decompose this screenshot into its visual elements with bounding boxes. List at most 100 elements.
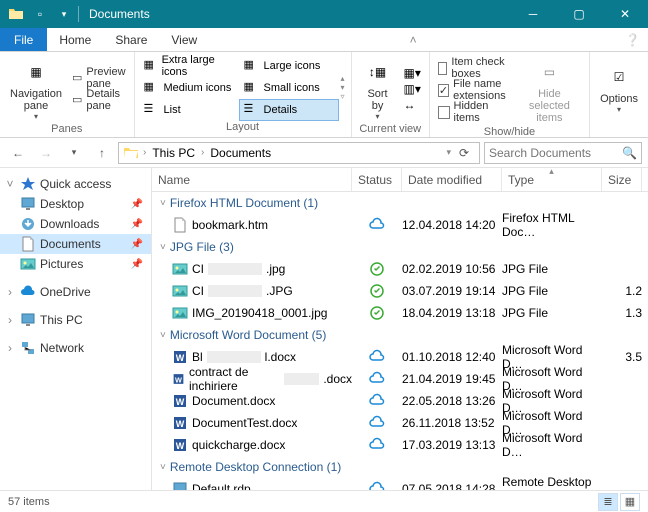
hide-selected-button[interactable]: ▭ Hide selected items xyxy=(514,54,585,126)
view-large-icons[interactable]: ▦Large icons xyxy=(239,55,339,77)
file-type: JPG File xyxy=(502,262,602,276)
file-type: Firefox HTML Doc… xyxy=(502,211,602,239)
column-name[interactable]: Name xyxy=(152,168,352,191)
tab-share[interactable]: Share xyxy=(103,28,159,51)
qat-chevron-down-icon[interactable]: ▾ xyxy=(54,4,74,24)
forward-button[interactable]: → xyxy=(34,141,58,165)
sidebar-item-onedrive[interactable]: ›OneDrive xyxy=(0,282,151,302)
view-small-icons[interactable]: ▦Small icons xyxy=(239,77,339,99)
view-extra-large-icons[interactable]: ▦Extra large icons xyxy=(139,55,239,77)
checkbox-item-checkboxes[interactable]: Item check boxes xyxy=(434,57,514,79)
group-header[interactable]: ˅JPG File (3) xyxy=(152,236,648,258)
view-medium-icons[interactable]: ▦Medium icons xyxy=(139,77,239,99)
close-button[interactable]: ✕ xyxy=(602,0,648,28)
breadcrumb-thispc[interactable]: This PC xyxy=(150,146,197,160)
back-button[interactable]: ← xyxy=(6,141,30,165)
file-date: 22.05.2018 13:26 xyxy=(402,394,502,408)
up-button[interactable]: ↑ xyxy=(90,141,114,165)
sidebar-item-downloads[interactable]: Downloads📌 xyxy=(0,214,151,234)
file-type: JPG File xyxy=(502,284,602,298)
qat-properties-icon[interactable]: ▫ xyxy=(30,4,50,24)
file-name: quickcharge.docx xyxy=(152,437,352,453)
breadcrumb-documents[interactable]: Documents xyxy=(208,146,273,160)
refresh-button[interactable]: ⟳ xyxy=(453,146,475,160)
titlebar: ▫ ▾ Documents ─ ▢ ✕ xyxy=(0,0,648,28)
tab-home[interactable]: Home xyxy=(47,28,103,51)
maximize-button[interactable]: ▢ xyxy=(556,0,602,28)
file-date: 07.05.2018 14:28 xyxy=(402,482,502,490)
table-row[interactable]: bookmark.htm 12.04.2018 14:20Firefox HTML… xyxy=(152,214,648,236)
sidebar-item-documents[interactable]: Documents📌 xyxy=(0,234,151,254)
help-icon[interactable]: ❔ xyxy=(617,28,648,51)
details-pane-button[interactable]: ▭Details pane xyxy=(68,89,130,111)
sync-icon xyxy=(369,283,385,299)
file-icon xyxy=(172,349,188,365)
sidebar-item-pictures[interactable]: Pictures📌 xyxy=(0,254,151,274)
options-button[interactable]: ☑ Options ▾ xyxy=(594,54,644,121)
sidebar-item-desktop[interactable]: Desktop📌 xyxy=(0,194,151,214)
view-mode-details-icon[interactable]: ≣ xyxy=(598,493,618,511)
file-name: bookmark.htm xyxy=(152,217,352,233)
group-by-icon[interactable]: ▦▾ xyxy=(404,66,421,80)
file-date: 12.04.2018 14:20 xyxy=(402,218,502,232)
add-columns-icon[interactable]: ▥▾ xyxy=(404,82,421,96)
file-status xyxy=(352,437,402,453)
tab-file[interactable]: File xyxy=(0,28,47,51)
column-size[interactable]: Size xyxy=(602,168,642,191)
sort-icon: ↕▦ xyxy=(362,56,394,88)
pin-icon: 📌 xyxy=(131,199,151,210)
sort-by-button[interactable]: ↕▦ Sort by ▾ xyxy=(356,54,400,123)
recent-locations-button[interactable]: ▾ xyxy=(62,141,86,165)
table-row[interactable]: Default.rdp07.05.2018 14:28Remote Deskto… xyxy=(152,478,648,490)
column-type[interactable]: Type xyxy=(502,168,602,191)
search-input[interactable] xyxy=(489,146,622,160)
file-date: 17.03.2019 13:13 xyxy=(402,438,502,452)
table-row[interactable]: IMG_20190418_0001.jpg18.04.2019 13:18JPG… xyxy=(152,302,648,324)
file-date: 21.04.2019 19:45 xyxy=(402,372,502,386)
search-box[interactable]: 🔍 xyxy=(484,142,642,164)
file-status xyxy=(352,393,402,409)
cloud-icon xyxy=(369,393,385,409)
chevron-right-icon[interactable]: › xyxy=(141,147,148,158)
size-columns-icon[interactable]: ↔ xyxy=(404,98,421,112)
file-type: Microsoft Word D… xyxy=(502,431,602,459)
table-row[interactable]: quickcharge.docx 17.03.2019 13:13Microsof… xyxy=(152,434,648,456)
file-icon xyxy=(172,415,188,431)
table-row[interactable]: CI.jpg02.02.2019 10:56JPG File xyxy=(152,258,648,280)
view-mode-thumbnails-icon[interactable]: ▦ xyxy=(620,493,640,511)
file-date: 01.10.2018 12:40 xyxy=(402,350,502,364)
file-icon xyxy=(172,393,188,409)
file-name: IMG_20190418_0001.jpg xyxy=(152,305,352,321)
navigation-pane-button[interactable]: ▦ Navigation pane ▾ xyxy=(4,54,68,123)
view-details[interactable]: ☰Details xyxy=(239,99,339,121)
sidebar-item-thispc[interactable]: ›This PC xyxy=(0,310,151,330)
file-status xyxy=(352,217,402,233)
sidebar-item-network[interactable]: ›Network xyxy=(0,338,151,358)
file-icon xyxy=(172,283,188,299)
file-icon xyxy=(172,481,188,490)
folder-icon xyxy=(123,145,139,161)
tab-view[interactable]: View xyxy=(159,28,209,51)
preview-pane-button[interactable]: ▭Preview pane xyxy=(68,67,130,89)
view-list[interactable]: ☰List xyxy=(139,99,239,121)
checkbox-file-extensions[interactable]: File name extensions xyxy=(434,79,514,101)
cloud-icon xyxy=(369,437,385,453)
cloud-icon xyxy=(369,217,385,233)
collapse-ribbon-icon[interactable]: ˄ xyxy=(402,28,425,51)
table-row[interactable]: CI.JPG03.07.2019 19:14JPG File1.2 xyxy=(152,280,648,302)
column-date[interactable]: Date modified xyxy=(402,168,502,191)
sidebar-item-quick-access[interactable]: ˅Quick access xyxy=(0,174,151,194)
minimize-button[interactable]: ─ xyxy=(510,0,556,28)
file-size: 1.2 xyxy=(602,284,642,298)
file-status xyxy=(352,261,402,277)
sync-icon xyxy=(369,261,385,277)
file-type: JPG File xyxy=(502,306,602,320)
file-name: Bll.docx xyxy=(152,349,352,365)
column-status[interactable]: Status xyxy=(352,168,402,191)
checkbox-hidden-items[interactable]: Hidden items xyxy=(434,101,514,123)
options-icon: ☑ xyxy=(603,61,635,93)
file-date: 03.07.2019 19:14 xyxy=(402,284,502,298)
chevron-down-icon: ˅ xyxy=(160,242,166,253)
breadcrumb[interactable]: › This PC › Documents ▾ ⟳ xyxy=(118,142,480,164)
cloud-icon xyxy=(369,371,385,387)
